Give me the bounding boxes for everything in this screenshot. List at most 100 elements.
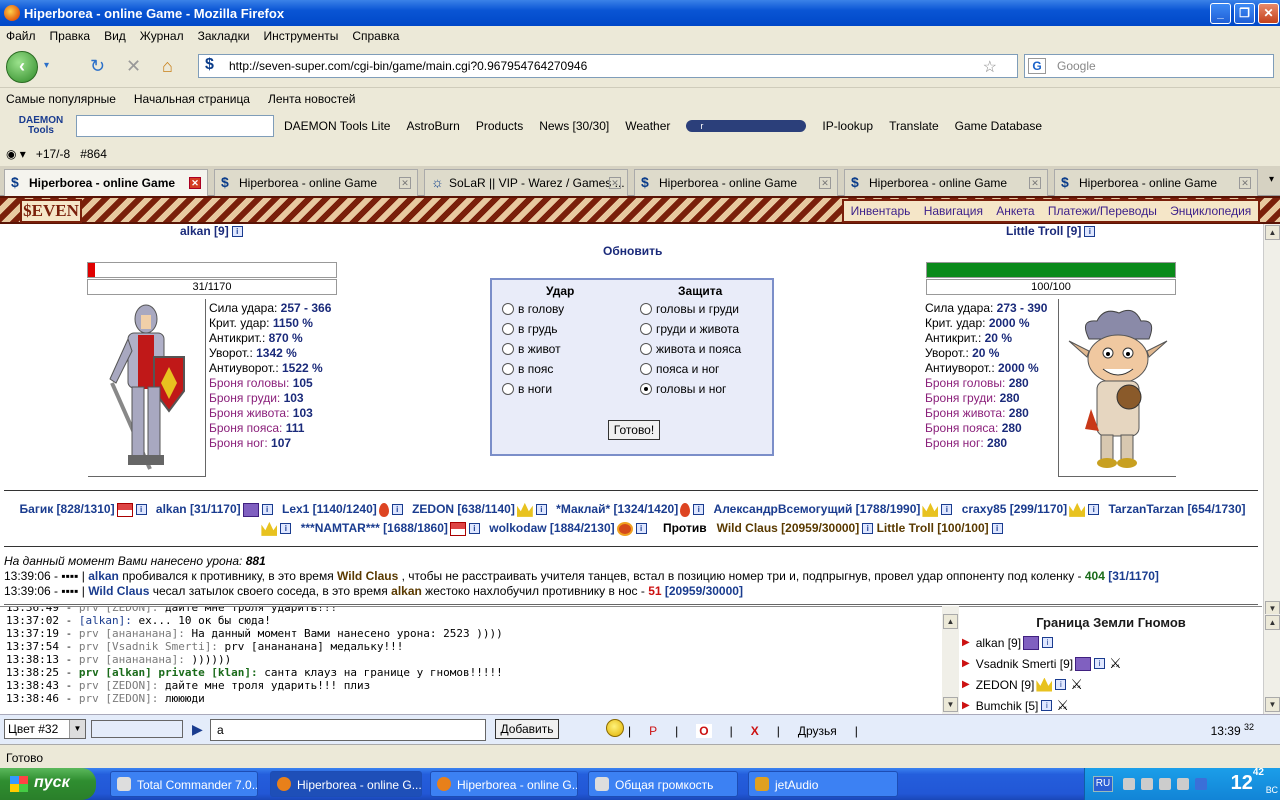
arrow-right-icon[interactable]: ▶: [962, 658, 970, 669]
ally-player[interactable]: *Маклай* [1324/1420] i: [556, 502, 705, 517]
minimize-button[interactable]: _: [1210, 3, 1231, 24]
radio-button[interactable]: [502, 363, 514, 375]
message-input[interactable]: а: [210, 719, 486, 741]
url-bar[interactable]: $ http://seven-super.com/cgi-bin/game/ma…: [198, 54, 1018, 78]
info-icon[interactable]: i: [261, 504, 273, 516]
info-icon[interactable]: i: [635, 523, 647, 535]
radio-button[interactable]: [502, 383, 514, 395]
add-button[interactable]: Добавить: [495, 719, 559, 739]
language-indicator[interactable]: RU: [1093, 776, 1113, 792]
tab-3[interactable]: ☼ SoLaR || VIP - Warez / Games ... ✕: [424, 169, 628, 196]
swords-icon[interactable]: ⚔: [1056, 697, 1069, 714]
start-button[interactable]: пуск: [0, 768, 96, 800]
ally-player[interactable]: wolkodaw [1884/2130] i: [489, 521, 647, 536]
swords-icon[interactable]: ⚔: [1070, 676, 1083, 693]
arrow-right-icon[interactable]: ▶: [962, 700, 970, 711]
daemon-search-combo[interactable]: [76, 115, 274, 137]
search-box[interactable]: G Google: [1024, 54, 1274, 78]
chevron-down-icon[interactable]: ▼: [69, 720, 85, 738]
ally-player[interactable]: ZEDON [638/1140] i: [412, 502, 547, 517]
info-icon[interactable]: i: [1088, 504, 1100, 516]
info-icon[interactable]: i: [693, 504, 705, 516]
task-volume[interactable]: Общая громкость: [588, 771, 738, 797]
info-icon[interactable]: i: [1094, 658, 1106, 669]
send-arrow-icon[interactable]: ▶: [192, 721, 203, 738]
tray-icon[interactable]: [1159, 778, 1171, 790]
toolbar-ip-lookup[interactable]: IP-lookup: [822, 119, 873, 133]
enemy-player[interactable]: Wild Claus [20959/30000] i: [717, 521, 874, 535]
online-scroll-down-icon[interactable]: ▼: [1265, 697, 1280, 712]
reload-icon[interactable]: ↻: [90, 56, 105, 77]
chat-scrollbar[interactable]: ▲ ▼: [942, 606, 959, 714]
close-button[interactable]: ✕: [1258, 3, 1279, 24]
defense-option[interactable]: головы и груди: [640, 302, 739, 316]
radio-button[interactable]: [640, 303, 652, 315]
toolbar-astroburn[interactable]: AstroBurn: [406, 119, 459, 133]
info-icon[interactable]: i: [1041, 700, 1053, 711]
filter-private[interactable]: P: [649, 724, 657, 738]
chat-prefix[interactable]: prv [Vsadnik Smerti]:: [79, 640, 218, 653]
maximize-button[interactable]: ❐: [1234, 3, 1255, 24]
radio-button[interactable]: [640, 323, 652, 335]
tray-icon[interactable]: [1123, 778, 1135, 790]
strike-option[interactable]: в живот: [502, 342, 561, 356]
info-icon[interactable]: i: [941, 504, 953, 516]
daemon-tools-logo[interactable]: DAEMON Tools: [6, 116, 76, 136]
toolbar-daemon-lite[interactable]: DAEMON Tools Lite: [284, 119, 390, 133]
stop-icon[interactable]: ✕: [126, 56, 141, 77]
ally-player[interactable]: ***NAMTAR*** [1688/1860] i: [301, 521, 480, 536]
game-logo[interactable]: $EVEN: [20, 199, 82, 223]
radio-button[interactable]: [502, 323, 514, 335]
rating-globe-icon[interactable]: ◉ ▾: [6, 147, 26, 161]
info-icon[interactable]: i: [1042, 637, 1054, 648]
toolbar-player-slider[interactable]: r: [686, 120, 807, 132]
rank-value[interactable]: #864: [80, 147, 107, 161]
speaker-icon[interactable]: [1177, 778, 1189, 790]
bluetooth-icon[interactable]: [1195, 778, 1207, 790]
game-menu-navigation[interactable]: Навигация: [924, 204, 983, 218]
info-icon[interactable]: i: [468, 523, 480, 535]
tab-close-icon[interactable]: ✕: [399, 177, 411, 189]
enemy-player[interactable]: Little Troll [100/100] i: [877, 521, 1003, 535]
info-icon[interactable]: i: [1084, 226, 1096, 238]
online-scrollbar[interactable]: ▲ ▼: [1263, 614, 1280, 714]
menu-edit[interactable]: Правка: [50, 29, 91, 43]
tab-close-icon[interactable]: ✕: [1029, 177, 1041, 189]
toolbar-products[interactable]: Products: [476, 119, 523, 133]
online-user[interactable]: ▶ ZEDON [9] i ⚔: [960, 676, 1262, 693]
color-select[interactable]: Цвет #32 ▼: [4, 719, 86, 739]
task-jetaudio[interactable]: jetAudio: [748, 771, 898, 797]
chat-prefix[interactable]: prv [ZEDON]:: [79, 692, 158, 705]
radio-button[interactable]: [640, 363, 652, 375]
info-icon[interactable]: i: [135, 504, 147, 516]
online-user[interactable]: ▶ alkan [9] i: [960, 634, 1262, 651]
bookmark-popular[interactable]: Самые популярные: [6, 92, 116, 106]
tab-close-icon[interactable]: ✕: [609, 177, 621, 189]
tray-icon[interactable]: [1141, 778, 1153, 790]
chat-prefix[interactable]: prv [ZEDON]:: [79, 607, 158, 614]
tab-close-icon[interactable]: ✕: [819, 177, 831, 189]
toolbar-weather[interactable]: Weather: [625, 119, 670, 133]
strike-option[interactable]: в пояс: [502, 362, 553, 376]
strike-option[interactable]: в ноги: [502, 382, 552, 396]
recipient-field[interactable]: [91, 720, 183, 738]
info-icon[interactable]: i: [231, 226, 243, 238]
tab-5[interactable]: $ Hiperborea - online Game ✕: [844, 169, 1048, 196]
info-icon[interactable]: i: [991, 523, 1003, 535]
radio-button[interactable]: [502, 303, 514, 315]
toolbar-news[interactable]: News [30/30]: [539, 119, 609, 133]
strike-option[interactable]: в грудь: [502, 322, 557, 336]
tab-close-icon[interactable]: ✕: [189, 177, 201, 189]
smiley-icon[interactable]: [606, 719, 624, 737]
info-icon[interactable]: i: [1055, 679, 1067, 690]
online-user[interactable]: ▶ Vsadnik Smerti [9] i ⚔: [960, 655, 1262, 672]
ready-button[interactable]: Готово!: [608, 420, 660, 440]
tab-1[interactable]: $ Hiperborea - online Game ✕: [4, 169, 208, 196]
info-icon[interactable]: i: [862, 523, 874, 535]
ally-player[interactable]: craxy85 [299/1170] i: [962, 502, 1100, 517]
defense-option[interactable]: головы и ног: [640, 382, 726, 396]
player-name[interactable]: alkan [9] i: [180, 224, 243, 238]
radio-button[interactable]: [502, 343, 514, 355]
log-actor[interactable]: Wild Claus: [88, 584, 149, 598]
online-scroll-up-icon[interactable]: ▲: [1265, 615, 1280, 630]
